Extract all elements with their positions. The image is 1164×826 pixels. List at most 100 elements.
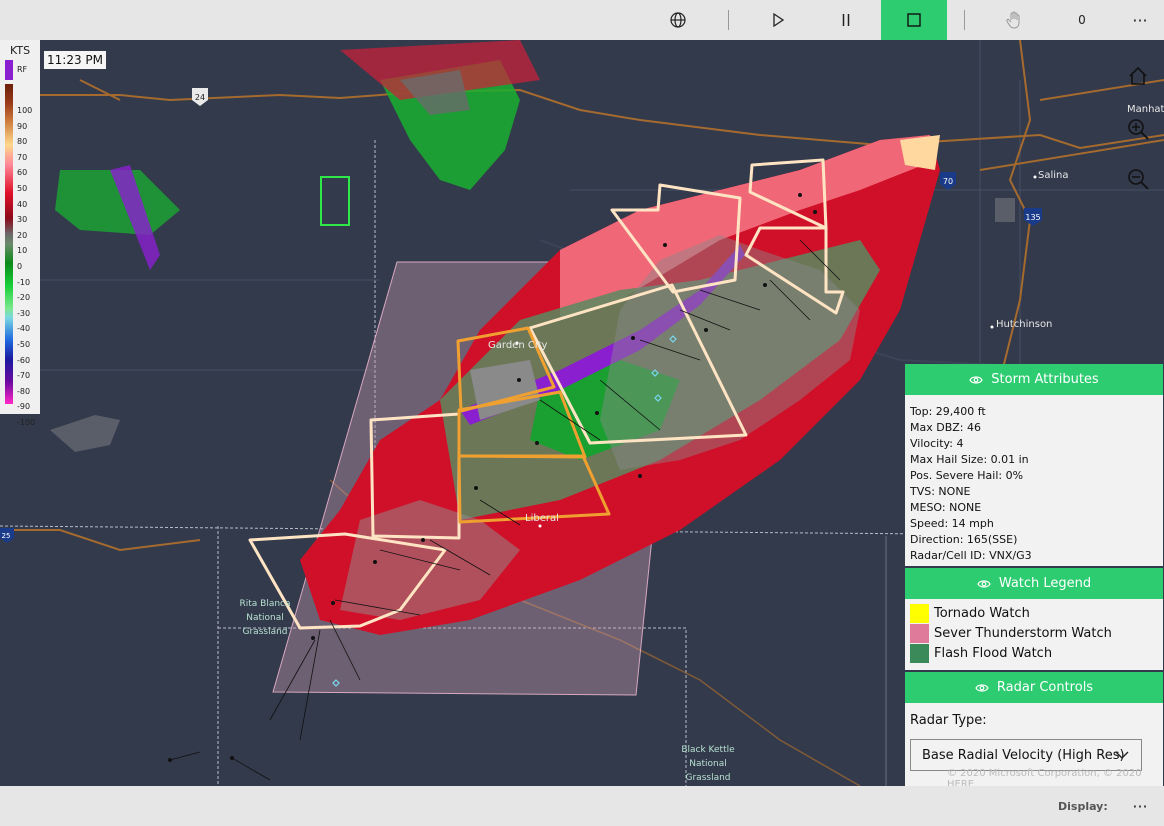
home-button[interactable] [1125,63,1151,89]
watch-legend-title: Watch Legend [998,576,1092,591]
storm-attributes-header[interactable]: Storm Attributes [905,364,1163,395]
radar-type-label: Radar Type: [910,713,987,728]
scale-tick-label: 40 [17,199,28,209]
hwy-24-label: 24 [195,93,205,102]
attr-max-dbz: Max DBZ: 46 [910,421,981,434]
legend-label: Tornado Watch [934,605,1030,621]
storm-attributes-list: Top: 29,400 ft Max DBZ: 46 Vilocity: 4 M… [905,395,1163,564]
scale-tick-label: 60 [17,168,28,178]
scale-tick-label: 10 [17,246,28,256]
attr-speed: Speed: 14 mph [910,517,994,530]
attr-radar-cell: Radar/Cell ID: VNX/G3 [910,549,1032,562]
attr-pos-severe-hail: Pos. Severe Hail: 0% [910,469,1024,482]
city-label-liberal: Liberal [525,513,559,524]
hand-icon [1006,11,1020,29]
legend-swatch [910,623,929,643]
scale-tick-label: -90 [17,402,31,412]
zoom-out-button[interactable] [1125,166,1151,192]
scale-tick-label: -60 [17,355,31,365]
scale-tick-label: -10 [17,277,31,287]
rf-label: RF [17,65,28,74]
attr-max-hail: Max Hail Size: 0.01 in [910,453,1029,466]
pause-button[interactable] [828,0,864,40]
scale-tick-label: -40 [17,324,31,334]
eye-icon [969,375,983,384]
scale-tick-label: -70 [17,371,31,381]
legend-item-severe-thunderstorm: Sever Thunderstorm Watch [905,623,1163,643]
scale-tick-label: 20 [17,230,28,240]
toolbar-separator [728,10,729,30]
globe-button[interactable] [660,0,696,40]
stop-button[interactable] [881,0,947,40]
stop-icon [907,13,921,27]
legend-label: Sever Thunderstorm Watch [934,625,1112,641]
hand-count: 0 [1078,13,1086,27]
scale-unit-label: KTS [10,44,31,57]
radar-time-label: 11:23 PM [44,51,106,69]
park-label: Grassland [243,627,288,637]
toolbar-separator [964,10,965,30]
zoom-in-icon [1128,119,1149,140]
watch-legend-list: Tornado Watch Sever Thunderstorm Watch F… [905,599,1163,663]
legend-swatch [910,643,929,663]
attr-top: Top: 29,400 ft [910,405,986,418]
eye-icon [977,579,991,588]
city-label-manhattan: Manhat [1127,104,1164,115]
play-button[interactable] [760,0,796,40]
scale-tick-label: -20 [17,293,31,303]
city-label-salina: Salina [1038,170,1069,181]
pause-icon [842,14,850,26]
scale-tick-label: -100 [17,418,36,427]
scale-tick-label: 90 [17,121,28,131]
attr-meso: MESO: NONE [910,501,982,514]
bottom-more-button[interactable]: ··· [1125,794,1155,818]
hwy-135-label: 135 [1025,213,1040,222]
radar-controls-title: Radar Controls [996,680,1094,695]
globe-icon [670,12,686,28]
city-label-hutchinson: Hutchinson [996,319,1052,330]
play-icon [773,13,785,27]
more-options-button[interactable]: ··· [1124,0,1156,40]
scale-tick-label: 50 [17,184,28,193]
radar-type-selected-value: Base Radial Velocity (High Res) [922,747,1125,763]
scale-tick-label: 100 [17,106,33,115]
attr-tvs: TVS: NONE [910,485,971,498]
scale-tick-label: -30 [17,308,31,318]
display-label: Display: [1058,800,1108,813]
chevron-down-icon [1115,751,1129,759]
radar-controls-header[interactable]: Radar Controls [905,672,1163,703]
scale-tick-label: 30 [17,215,28,225]
legend-swatch [910,603,929,623]
city-label-garden-city: Garden City [488,340,548,351]
eye-icon [975,683,989,692]
storm-attributes-panel: Storm Attributes Top: 29,400 ft Max DBZ:… [905,364,1163,566]
bottom-bar: Display: ··· [0,786,1164,826]
attr-direction: Direction: 165(SSE) [910,533,1018,546]
watch-legend-header[interactable]: Watch Legend [905,568,1163,599]
hwy-25-label: 25 [2,532,11,540]
park-label: National [689,759,727,769]
home-icon [1129,66,1147,85]
hand-button[interactable] [996,0,1032,40]
scale-tick-label: 0 [17,262,23,271]
hwy-70-label: 70 [943,177,953,186]
zoom-in-button[interactable] [1125,116,1151,142]
scale-tick-label: -80 [17,386,31,396]
rf-swatch [5,60,13,80]
scale-tick-label: -50 [17,340,31,349]
park-label: Rita Blanca [239,599,290,609]
park-label: Black Kettle [681,745,735,755]
top-toolbar: 0 ··· [0,0,1164,40]
scale-gradient-bar [5,84,13,404]
velocity-color-scale: KTS RF 100 90 80 70 60 50 40 30 20 10 0 -10 -20 -30 -4… [0,40,40,427]
legend-item-tornado: Tornado Watch [905,603,1163,623]
radar-type-select[interactable]: Base Radial Velocity (High Res) [910,739,1142,771]
zoom-out-icon [1128,169,1149,190]
park-label: National [246,613,284,623]
scale-tick-label: 70 [17,152,28,162]
storm-attributes-title: Storm Attributes [991,372,1099,387]
watch-legend-panel: Watch Legend Tornado Watch Sever Thunder… [905,568,1163,670]
legend-item-flash-flood: Flash Flood Watch [905,643,1163,663]
legend-label: Flash Flood Watch [934,645,1053,661]
park-label: Grassland [686,773,731,783]
